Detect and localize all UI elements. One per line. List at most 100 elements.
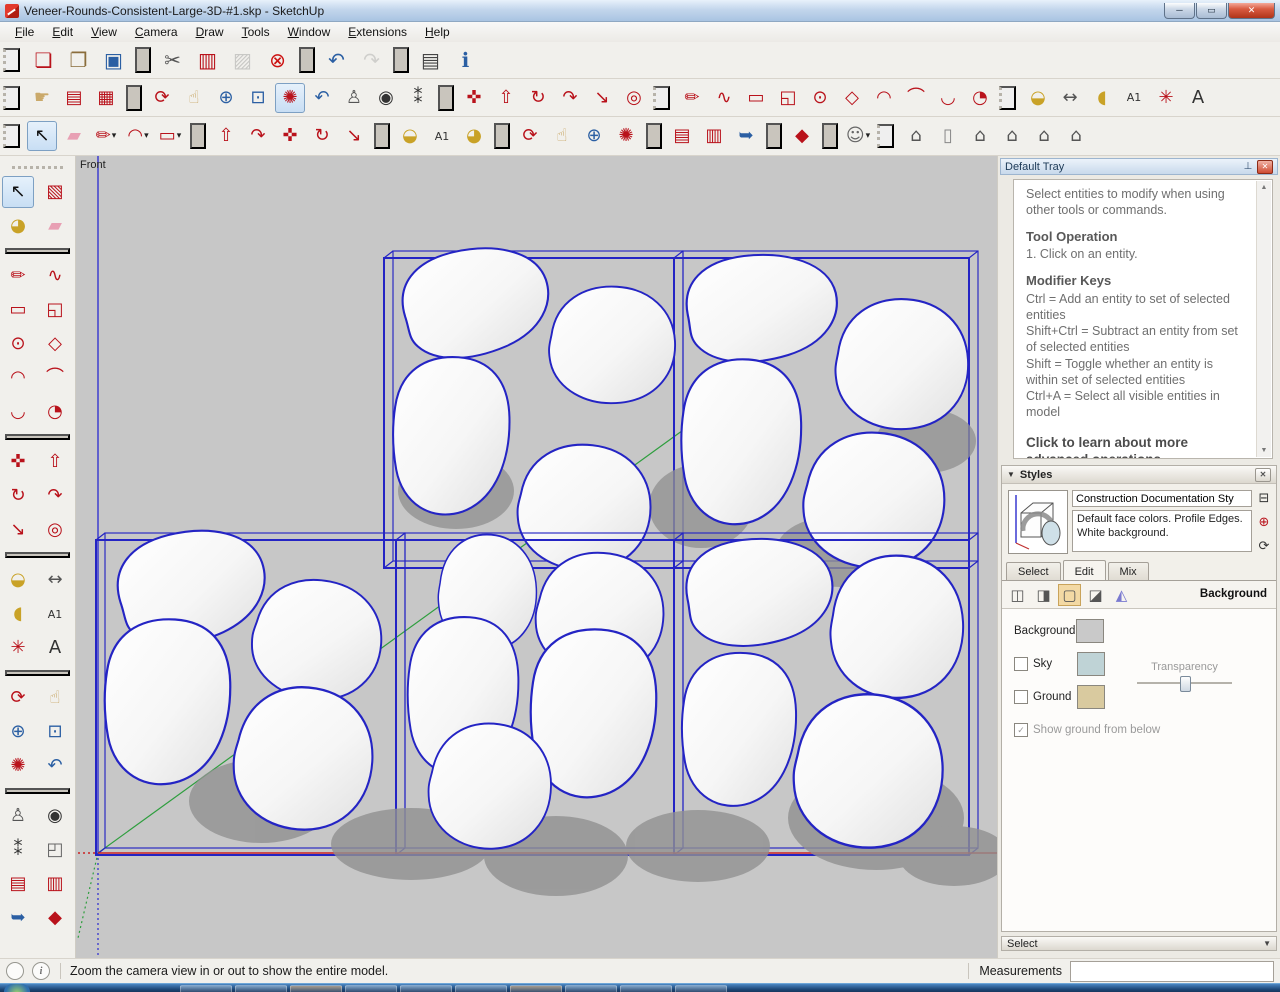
rectangle-button[interactable]: ▭ bbox=[2, 294, 34, 326]
zoom-previous-button[interactable]: ↶ bbox=[307, 83, 337, 113]
line-button[interactable]: ✏ bbox=[677, 83, 707, 113]
taskbar-item[interactable] bbox=[180, 985, 232, 992]
3d-warehouse-button[interactable]: ▤ bbox=[667, 121, 697, 151]
menu-window[interactable]: Window bbox=[279, 23, 340, 41]
top-view-button[interactable]: ▯ bbox=[933, 121, 963, 151]
styles-panel-header[interactable]: ▼ Styles ✕ bbox=[1002, 466, 1276, 484]
taskbar-item[interactable] bbox=[675, 985, 727, 992]
learn-more-link[interactable]: Click to learn about more advanced opera… bbox=[1026, 434, 1248, 459]
scale-button[interactable]: ↘ bbox=[339, 121, 369, 151]
zoom-extents-button[interactable]: ✺ bbox=[611, 121, 641, 151]
push-pull-button[interactable]: ⇧ bbox=[39, 446, 71, 478]
ground-checkbox[interactable] bbox=[1014, 690, 1028, 704]
copy-button[interactable]: ▥ bbox=[191, 44, 224, 76]
face-settings-button[interactable]: ◨ bbox=[1032, 584, 1055, 606]
tray-title-bar[interactable]: Default Tray ⊥ ✕ bbox=[1000, 158, 1278, 175]
minimize-button[interactable]: ─ bbox=[1164, 3, 1195, 19]
update-style-button[interactable]: ⟳ bbox=[1256, 538, 1273, 555]
sky-color-swatch[interactable] bbox=[1077, 652, 1105, 676]
tape-measure-button[interactable]: ◒ bbox=[1023, 83, 1053, 113]
dimension-button[interactable]: ↔ bbox=[1055, 83, 1085, 113]
taskbar-item[interactable] bbox=[565, 985, 617, 992]
scale-button[interactable]: ↘ bbox=[587, 83, 617, 113]
menu-help[interactable]: Help bbox=[416, 23, 459, 41]
three-point-arc-button[interactable]: ◡ bbox=[2, 396, 34, 428]
paint-bucket-button[interactable]: ◕ bbox=[459, 121, 489, 151]
dropdown-arrow-icon[interactable]: ▾ bbox=[112, 131, 117, 141]
watermark-settings-button[interactable]: ◪ bbox=[1084, 584, 1107, 606]
dropdown-arrow-icon[interactable]: ▾ bbox=[866, 131, 871, 141]
zoom-button[interactable]: ⊕ bbox=[211, 83, 241, 113]
two-point-arc-button[interactable]: ⌒ bbox=[901, 83, 931, 113]
send-to-layout-button[interactable]: ➥ bbox=[731, 121, 761, 151]
text-button[interactable]: A1 bbox=[39, 598, 71, 630]
arc-button[interactable]: ◠ bbox=[2, 362, 34, 394]
undo-button[interactable]: ↶ bbox=[320, 44, 353, 76]
slider-thumb[interactable] bbox=[1180, 676, 1191, 692]
transparency-slider[interactable] bbox=[1137, 676, 1232, 690]
rectangle-button[interactable]: ▭ bbox=[741, 83, 771, 113]
position-camera-button[interactable]: ♙ bbox=[339, 83, 369, 113]
scale-button[interactable]: ↘ bbox=[2, 514, 34, 546]
menu-camera[interactable]: Camera bbox=[126, 23, 187, 41]
style-name-input[interactable] bbox=[1072, 490, 1252, 507]
paint-bucket-button[interactable]: ◕ bbox=[2, 210, 34, 242]
left-view-button[interactable]: ⌂ bbox=[1061, 121, 1091, 151]
tray-close-icon[interactable]: ✕ bbox=[1257, 160, 1273, 174]
right-view-button[interactable]: ⌂ bbox=[997, 121, 1027, 151]
create-new-style-button[interactable]: ⊕ bbox=[1256, 514, 1273, 531]
offset-button[interactable]: ◎ bbox=[39, 514, 71, 546]
follow-me-button[interactable]: ↷ bbox=[39, 480, 71, 512]
share-model-button[interactable]: ▥ bbox=[39, 868, 71, 900]
line-button[interactable]: ✏ bbox=[2, 260, 34, 292]
walk-button[interactable]: ⁑ bbox=[2, 834, 34, 866]
styles-close-icon[interactable]: ✕ bbox=[1255, 468, 1271, 482]
3d-text-button[interactable]: A bbox=[1183, 83, 1213, 113]
two-point-arc-button[interactable]: ⌒ bbox=[39, 362, 71, 394]
follow-me-button[interactable]: ↷ bbox=[555, 83, 585, 113]
ground-color-swatch[interactable] bbox=[1077, 685, 1105, 709]
rotated-rectangle-button[interactable]: ◱ bbox=[773, 83, 803, 113]
orbit-button[interactable]: ⟳ bbox=[515, 121, 545, 151]
menu-tools[interactable]: Tools bbox=[233, 23, 279, 41]
background-color-swatch[interactable] bbox=[1076, 619, 1104, 643]
polygon-button[interactable]: ◇ bbox=[39, 328, 71, 360]
erase-button[interactable]: ⊗ bbox=[261, 44, 294, 76]
dropdown-arrow-icon[interactable]: ▾ bbox=[144, 131, 149, 141]
make-component-button[interactable]: ▧ bbox=[39, 176, 71, 208]
maximize-button[interactable]: ▭ bbox=[1196, 3, 1227, 19]
menu-draw[interactable]: Draw bbox=[187, 23, 233, 41]
open-button[interactable]: ❐ bbox=[62, 44, 95, 76]
dropdown-arrow-icon[interactable]: ▾ bbox=[177, 131, 182, 141]
offset-button[interactable]: ◎ bbox=[619, 83, 649, 113]
component-options-button[interactable]: ▤ bbox=[59, 83, 89, 113]
pie-button[interactable]: ◔ bbox=[39, 396, 71, 428]
style-thumbnail[interactable] bbox=[1008, 490, 1068, 554]
cut-button[interactable]: ✂ bbox=[156, 44, 189, 76]
orbit-button[interactable]: ⟳ bbox=[2, 682, 34, 714]
freehand-button[interactable]: ∿ bbox=[39, 260, 71, 292]
zoom-window-button[interactable]: ⊡ bbox=[39, 716, 71, 748]
look-around-button[interactable]: ◉ bbox=[371, 83, 401, 113]
modeling-settings-button[interactable]: ◭ bbox=[1110, 584, 1133, 606]
pan-button[interactable]: ☝ bbox=[179, 83, 209, 113]
section-plane-button[interactable]: ◰ bbox=[39, 834, 71, 866]
push-pull-button[interactable]: ⇧ bbox=[491, 83, 521, 113]
start-button[interactable] bbox=[4, 984, 30, 992]
model-info-button[interactable]: ℹ bbox=[449, 44, 482, 76]
dimension-button[interactable]: ↔ bbox=[39, 564, 71, 596]
share-model-button[interactable]: ▥ bbox=[699, 121, 729, 151]
menu-view[interactable]: View bbox=[82, 23, 126, 41]
select-button[interactable]: ↖ bbox=[2, 176, 34, 208]
paste-button[interactable]: ▨ bbox=[226, 44, 259, 76]
interact-button[interactable]: ☛ bbox=[27, 83, 57, 113]
shapes-button[interactable]: ▭▾ bbox=[155, 121, 185, 151]
send-to-layout-button[interactable]: ➥ bbox=[2, 902, 34, 934]
zoom-previous-button[interactable]: ↶ bbox=[39, 750, 71, 782]
close-button[interactable]: ✕ bbox=[1228, 3, 1275, 19]
taskbar-item[interactable] bbox=[235, 985, 287, 992]
rotate-button[interactable]: ↻ bbox=[2, 480, 34, 512]
taskbar-item[interactable] bbox=[510, 985, 562, 992]
polygon-button[interactable]: ◇ bbox=[837, 83, 867, 113]
move-button[interactable]: ✜ bbox=[2, 446, 34, 478]
